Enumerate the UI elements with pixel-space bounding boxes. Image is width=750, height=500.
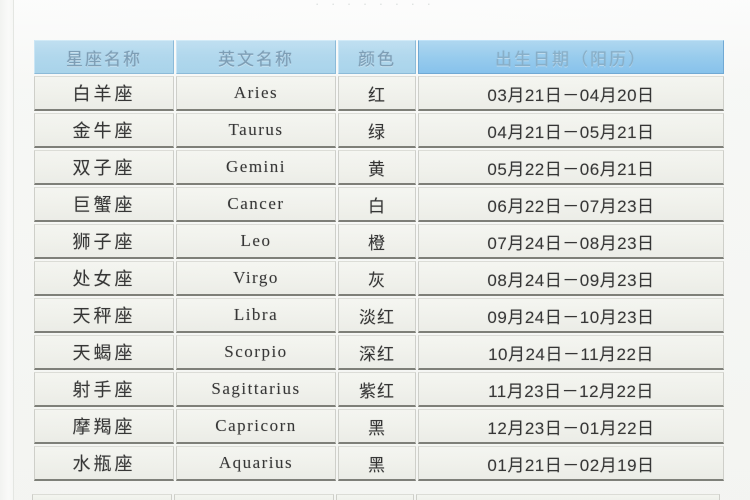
cell-color-value: 橙 [338,224,416,259]
cell-birth-date: 11月23日－12月22日 [418,372,724,407]
cell-birth-date: 06月22日－07月23日 [418,187,724,222]
bottom-clipped-cell-date [416,494,720,500]
zodiac-reference-table-page: · · · · · · · · 星座名称 英文名称 颜色 出生日期（阳历） 白羊… [0,0,750,500]
cell-zodiac-name: 白羊座 [34,76,174,111]
cell-birth-date: 01月21日－02月19日 [418,446,724,481]
cell-zodiac-name: 水瓶座 [34,446,174,481]
table-body: 白羊座 Aries 红 03月21日－04月20日 金牛座 Taurus 绿 04月21日－0… [34,76,724,481]
cell-zodiac-name: 天蝎座 [34,335,174,370]
table-header-row: 星座名称 英文名称 颜色 出生日期（阳历） [34,40,724,74]
cell-color-value: 淡红 [338,298,416,333]
cell-zodiac-name: 处女座 [34,261,174,296]
cell-english-name: Libra [176,298,336,333]
cell-color-value: 黑 [338,446,416,481]
cell-zodiac-name: 巨蟹座 [34,187,174,222]
table-row: 双子座 Gemini 黄 05月22日－06月21日 [34,150,724,185]
cell-color-value: 黄 [338,150,416,185]
cell-english-name: Sagittarius [176,372,336,407]
cell-english-name: Taurus [176,113,336,148]
cell-english-name: Capricorn [176,409,336,444]
cell-birth-date: 04月21日－05月21日 [418,113,724,148]
bottom-clipped-cell-color [336,494,414,500]
table-row: 处女座 Virgo 灰 08月24日－09月23日 [34,261,724,296]
left-margin-rule [13,0,14,500]
cell-english-name: Scorpio [176,335,336,370]
column-header-zodiac-name: 星座名称 [34,40,174,74]
table-row: 天秤座 Libra 淡红 09月24日－10月23日 [34,298,724,333]
table-row: 巨蟹座 Cancer 白 06月22日－07月23日 [34,187,724,222]
cell-color-value: 绿 [338,113,416,148]
table-row: 水瓶座 Aquarius 黑 01月21日－02月19日 [34,446,724,481]
cell-english-name: Virgo [176,261,336,296]
table-row: 射手座 Sagittarius 紫红 11月23日－12月22日 [34,372,724,407]
cell-english-name: Leo [176,224,336,259]
table-row: 白羊座 Aries 红 03月21日－04月20日 [34,76,724,111]
table-row: 摩羯座 Capricorn 黑 12月23日－01月22日 [34,409,724,444]
top-clipped-text: · · · · · · · · [315,0,435,8]
cell-birth-date: 12月23日－01月22日 [418,409,724,444]
cell-birth-date: 10月24日－11月22日 [418,335,724,370]
cell-english-name: Cancer [176,187,336,222]
bottom-clipped-cell-name [32,494,172,500]
cell-zodiac-name: 金牛座 [34,113,174,148]
cell-zodiac-name: 狮子座 [34,224,174,259]
table-header: 星座名称 英文名称 颜色 出生日期（阳历） [34,40,724,74]
cell-color-value: 灰 [338,261,416,296]
cell-color-value: 紫红 [338,372,416,407]
cell-birth-date: 09月24日－10月23日 [418,298,724,333]
cell-color-value: 深红 [338,335,416,370]
column-header-birth-date: 出生日期（阳历） [418,40,724,74]
cell-birth-date: 08月24日－09月23日 [418,261,724,296]
cell-english-name: Aries [176,76,336,111]
cell-birth-date: 05月22日－06月21日 [418,150,724,185]
cell-birth-date: 03月21日－04月20日 [418,76,724,111]
cell-color-value: 白 [338,187,416,222]
bottom-clipped-cell-english [174,494,334,500]
column-header-color: 颜色 [338,40,416,74]
cell-color-value: 红 [338,76,416,111]
cell-zodiac-name: 双子座 [34,150,174,185]
cell-zodiac-name: 摩羯座 [34,409,174,444]
cell-zodiac-name: 天秤座 [34,298,174,333]
cell-birth-date: 07月24日－08月23日 [418,224,724,259]
zodiac-table: 星座名称 英文名称 颜色 出生日期（阳历） 白羊座 Aries 红 03月21日－04… [32,38,726,483]
cell-zodiac-name: 射手座 [34,372,174,407]
cell-color-value: 黑 [338,409,416,444]
left-margin-strip [0,0,14,500]
bottom-clipped-row [32,494,720,500]
column-header-english-name: 英文名称 [176,40,336,74]
table-row: 天蝎座 Scorpio 深红 10月24日－11月22日 [34,335,724,370]
table-row: 金牛座 Taurus 绿 04月21日－05月21日 [34,113,724,148]
zodiac-table-container: 星座名称 英文名称 颜色 出生日期（阳历） 白羊座 Aries 红 03月21日－04… [32,38,724,483]
cell-english-name: Aquarius [176,446,336,481]
cell-english-name: Gemini [176,150,336,185]
table-row: 狮子座 Leo 橙 07月24日－08月23日 [34,224,724,259]
